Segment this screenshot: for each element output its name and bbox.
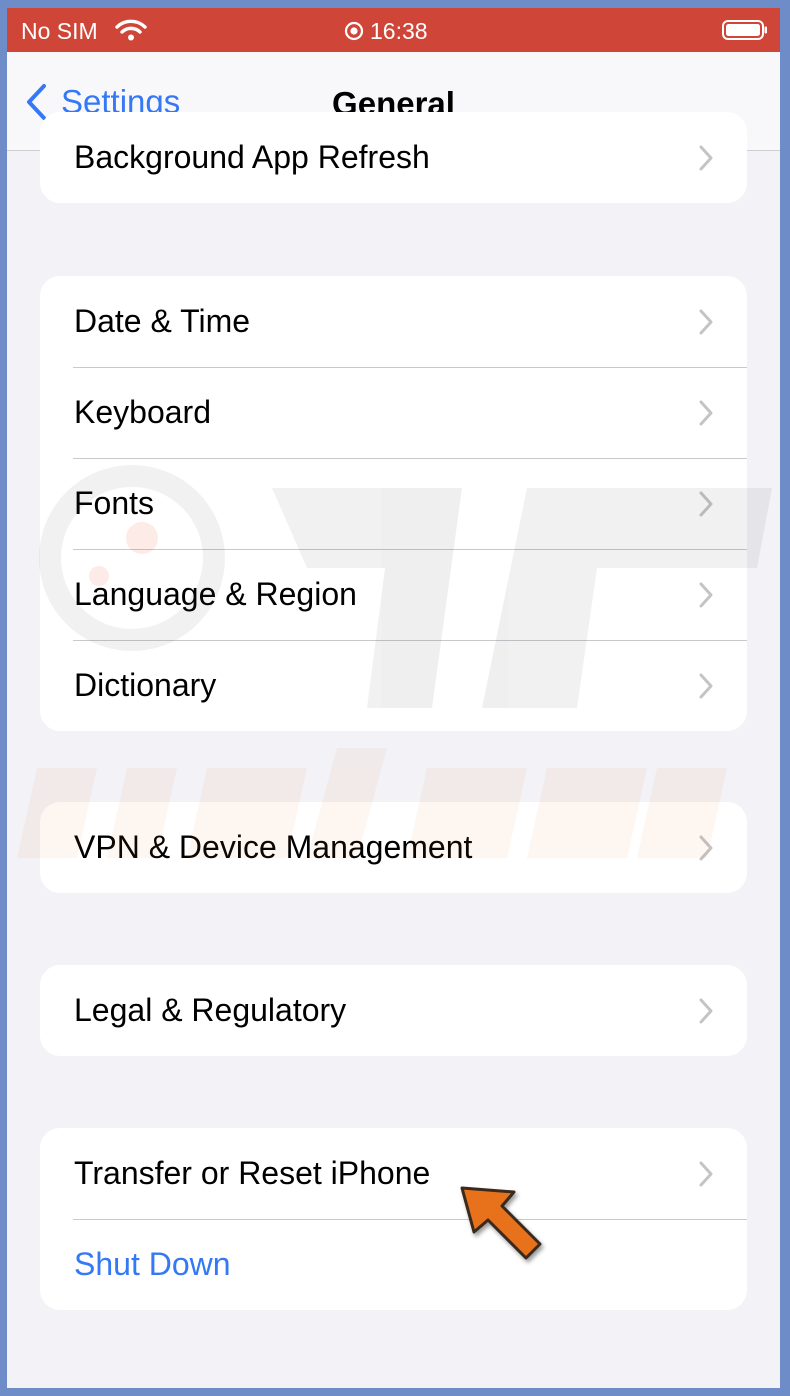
settings-group-locale: Date & Time Keyboard Fonts Language & Re…: [40, 276, 747, 731]
row-background-app-refresh[interactable]: Background App Refresh: [40, 112, 747, 203]
chevron-right-icon: [699, 400, 713, 426]
row-transfer-reset-iphone[interactable]: Transfer or Reset iPhone: [40, 1128, 747, 1219]
row-vpn-device-management[interactable]: VPN & Device Management: [40, 802, 747, 893]
settings-group-legal: Legal & Regulatory: [40, 965, 747, 1056]
chevron-right-icon: [699, 491, 713, 517]
settings-group-reset: Transfer or Reset iPhone Shut Down: [40, 1128, 747, 1310]
time-group: 16:38: [344, 18, 428, 45]
row-date-time[interactable]: Date & Time: [40, 276, 747, 367]
wifi-icon: [115, 19, 147, 41]
row-label: Background App Refresh: [74, 139, 430, 175]
chevron-right-icon: [699, 309, 713, 335]
settings-group-background: Background App Refresh: [40, 112, 747, 203]
status-time: 16:38: [370, 18, 428, 44]
shut-down-label: Shut Down: [74, 1246, 231, 1282]
carrier-label: No SIM: [21, 18, 98, 44]
row-label: Legal & Regulatory: [74, 992, 347, 1028]
row-label: Keyboard: [74, 394, 211, 430]
row-fonts[interactable]: Fonts: [40, 458, 747, 549]
row-label: Transfer or Reset iPhone: [74, 1155, 431, 1191]
row-language-region[interactable]: Language & Region: [40, 549, 747, 640]
chevron-right-icon: [699, 835, 713, 861]
row-dictionary[interactable]: Dictionary: [40, 640, 747, 731]
annotation-arrow: [460, 1186, 542, 1260]
alarm-icon: [344, 21, 364, 41]
row-keyboard[interactable]: Keyboard: [40, 367, 747, 458]
status-bar: No SIM 16:38: [7, 8, 780, 52]
battery-icon: [722, 20, 767, 40]
row-legal-regulatory[interactable]: Legal & Regulatory: [40, 965, 747, 1056]
chevron-right-icon: [699, 998, 713, 1024]
screen: No SIM 16:38 Settings General Background…: [7, 8, 780, 1388]
chevron-right-icon: [699, 673, 713, 699]
row-label: Language & Region: [74, 576, 357, 612]
chevron-right-icon: [699, 1161, 713, 1187]
row-label: Fonts: [74, 485, 155, 521]
row-shut-down[interactable]: Shut Down: [40, 1219, 747, 1310]
chevron-right-icon: [699, 582, 713, 608]
chevron-right-icon: [699, 145, 713, 171]
settings-group-vpn: VPN & Device Management: [40, 802, 747, 893]
row-label: VPN & Device Management: [74, 829, 473, 865]
row-label: Date & Time: [74, 303, 251, 339]
row-label: Dictionary: [74, 667, 217, 703]
